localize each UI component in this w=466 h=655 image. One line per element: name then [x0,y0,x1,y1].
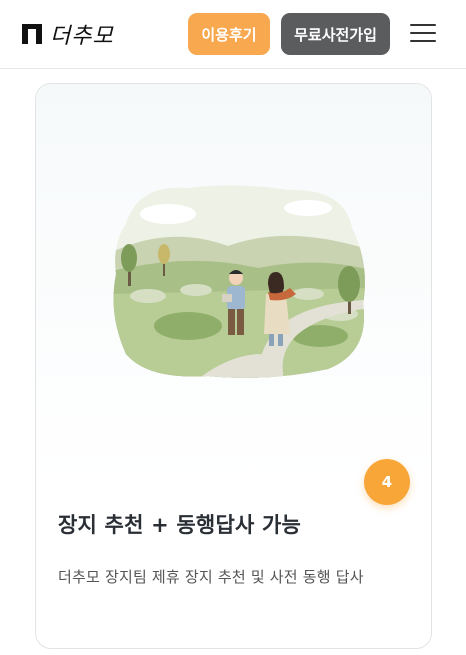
signup-button[interactable]: 무료사전가입 [281,13,390,55]
review-button[interactable]: 이용후기 [188,13,270,55]
card-title: 장지 추천 + 동행답사 가능 [58,513,302,537]
hamburger-menu-icon[interactable] [410,24,436,42]
card-illustration-area [36,84,431,484]
cemetery-walk-illustration [113,185,365,378]
step-badge: 4 [364,459,410,505]
logo[interactable]: 더추모 [22,20,114,49]
logo-text: 더추모 [50,24,114,49]
logo-mark-icon [22,24,42,44]
site-header: 더추모 이용후기 무료사전가입 [0,0,466,69]
feature-card: 4 장지 추천 + 동행답사 가능 더추모 장지팀 제휴 장지 추천 및 사전 … [35,83,432,649]
card-description: 더추모 장지팀 제휴 장지 추천 및 사전 동행 답사 [58,568,364,586]
